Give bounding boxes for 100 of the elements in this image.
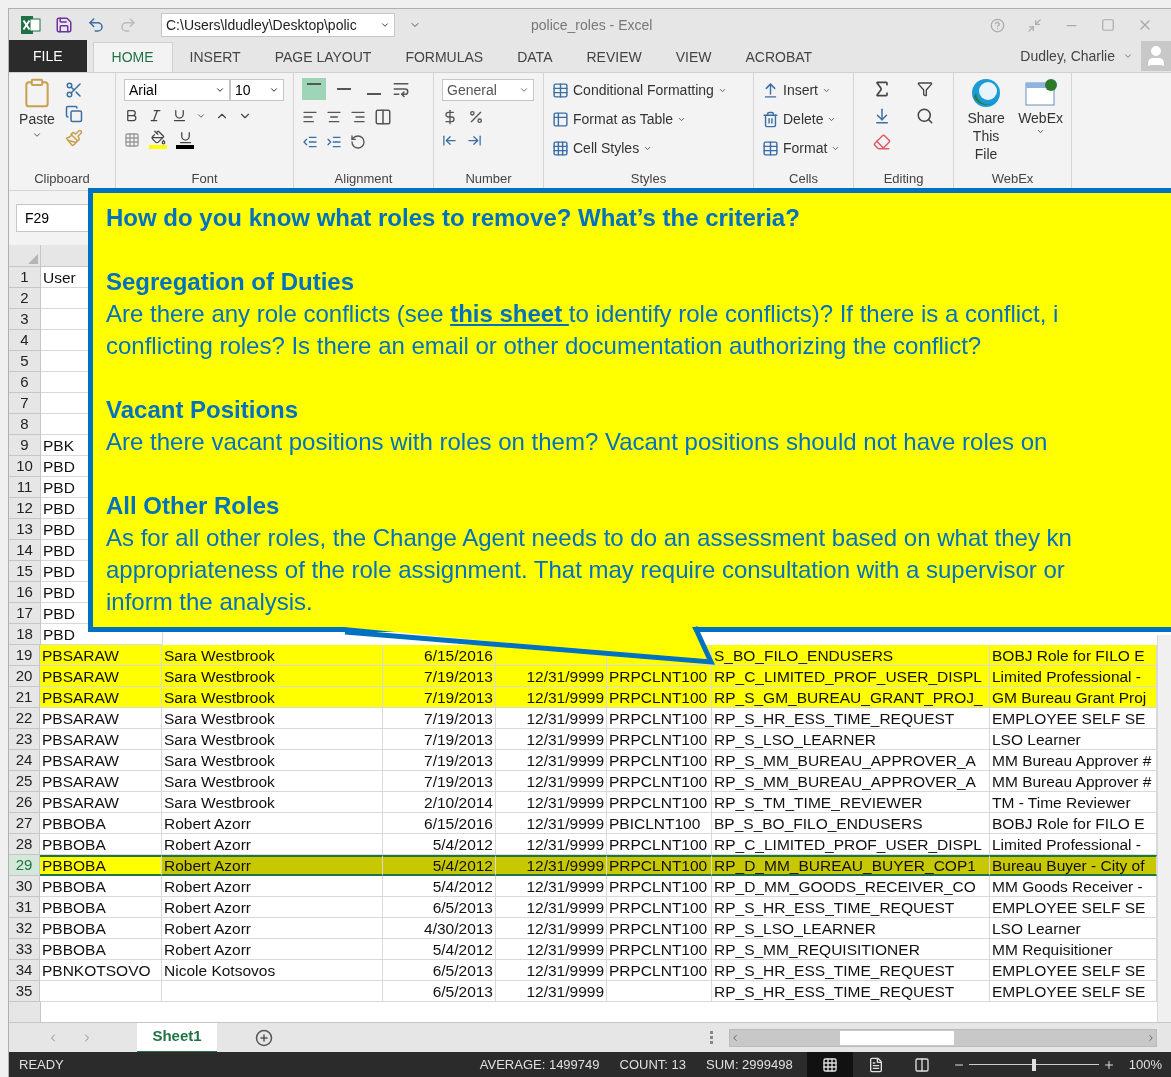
row-header[interactable]: 3 [9, 309, 41, 330]
vertical-scrollbar[interactable] [1157, 635, 1171, 1022]
fill-color-icon[interactable] [149, 130, 167, 149]
name-box[interactable]: F29 [16, 204, 90, 232]
vertical-align-button[interactable] [302, 78, 326, 100]
ribbon-tab[interactable]: ACROBAT [728, 42, 830, 72]
table-cell: PBSARAW [40, 708, 162, 729]
ribbon-tab[interactable]: INSERT [172, 42, 258, 72]
row-header[interactable]: 7 [9, 393, 41, 414]
row-header[interactable]: 33 [9, 939, 40, 960]
font-color-icon[interactable] [176, 130, 194, 149]
add-sheet-icon[interactable] [255, 1028, 273, 1047]
font-size-field[interactable]: 10 [230, 79, 284, 101]
row-header[interactable]: 34 [9, 960, 40, 981]
row-header[interactable]: 32 [9, 918, 40, 939]
row-header[interactable]: 17 [9, 603, 41, 624]
table-cell: TM - Time Reviewer [990, 792, 1157, 813]
ribbon-tab[interactable]: DATA [500, 42, 570, 72]
webex-button[interactable]: WebEx [1018, 77, 1063, 163]
row-header[interactable]: 5 [9, 351, 41, 372]
row-header[interactable]: 26 [9, 792, 40, 813]
row-header[interactable]: 22 [9, 708, 40, 729]
row-header[interactable]: 11 [9, 477, 41, 498]
align-right-icon[interactable] [350, 109, 366, 125]
merge-icon[interactable] [374, 108, 392, 126]
table-cell: PBBOBA [40, 834, 162, 855]
ribbon-tab[interactable]: VIEW [658, 42, 729, 72]
align-left-icon[interactable] [302, 109, 318, 125]
sheet-tab[interactable]: Sheet1 [137, 1022, 217, 1053]
row-header[interactable]: 2 [9, 288, 41, 309]
row-header[interactable]: 8 [9, 414, 41, 435]
cut-icon[interactable] [65, 81, 83, 99]
cells-button[interactable]: Format [762, 136, 845, 160]
excel-logo-icon[interactable] [21, 16, 41, 34]
row-header[interactable]: 16 [9, 582, 41, 603]
style-button[interactable]: Cell Styles [552, 136, 745, 160]
row-header[interactable]: 1 [9, 267, 41, 288]
zoom-thumb[interactable] [1031, 1058, 1036, 1071]
save-icon[interactable] [55, 16, 73, 34]
row-header[interactable]: 28 [9, 834, 40, 855]
row-header[interactable]: 9 [9, 435, 41, 456]
row-header[interactable]: 27 [9, 813, 40, 834]
user-name[interactable]: Dudley, Charlie [1020, 45, 1115, 67]
view-button[interactable] [806, 1052, 853, 1077]
decrease-decimal-icon[interactable] [467, 133, 482, 148]
row-header[interactable]: 23 [9, 729, 40, 750]
window-icon [1023, 77, 1058, 109]
row-header[interactable]: 21 [9, 687, 40, 708]
row-header[interactable]: 6 [9, 372, 41, 393]
row-header[interactable]: 4 [9, 330, 41, 351]
row-header[interactable]: 19 [9, 645, 40, 666]
increase-decimal-icon[interactable] [442, 133, 457, 148]
row-header[interactable]: 15 [9, 561, 41, 582]
underline-icon[interactable] [172, 108, 187, 123]
bold-icon[interactable] [124, 108, 139, 123]
table-cell: GM Bureau Grant Proj [990, 687, 1157, 708]
file-path-field[interactable]: C:\Users\ldudley\Desktop\polic [161, 13, 395, 37]
row-header[interactable]: 12 [9, 498, 41, 519]
row-header[interactable]: 29 [9, 855, 40, 876]
row-header[interactable]: 20 [9, 666, 40, 687]
number-format-field[interactable]: General [442, 79, 534, 101]
row-header[interactable]: 31 [9, 897, 40, 918]
indent-decrease-icon[interactable] [302, 134, 318, 150]
row-header[interactable]: 10 [9, 456, 41, 477]
ribbon-tab[interactable]: FORMULAS [388, 42, 501, 72]
splitter-handle[interactable] [710, 1031, 713, 1044]
percent-icon[interactable] [468, 109, 484, 125]
cells-button[interactable]: Insert [762, 78, 845, 102]
cells-button[interactable]: Delete [762, 107, 845, 131]
wrap-text-icon[interactable] [392, 80, 410, 98]
caret-icon [269, 85, 279, 95]
zoom-percent[interactable]: 100% [1128, 1054, 1162, 1075]
zoom-in-icon[interactable] [1102, 1058, 1115, 1071]
copy-icon[interactable] [65, 105, 83, 123]
zoom-slider[interactable] [968, 1058, 1099, 1071]
style-button[interactable]: Conditional Formatting [552, 78, 745, 102]
row-header[interactable]: 30 [9, 876, 40, 897]
row-header[interactable]: 13 [9, 519, 41, 540]
italic-icon[interactable] [148, 108, 163, 123]
indent-increase-icon[interactable] [326, 134, 342, 150]
paste-button[interactable]: Paste [17, 77, 57, 147]
dollar-icon[interactable] [442, 109, 458, 125]
row-header[interactable]: 18 [9, 624, 41, 645]
row-header[interactable]: 35 [9, 981, 40, 1002]
table-cell: 12/31/9999 [496, 960, 607, 981]
undo-icon[interactable] [87, 16, 105, 34]
ribbon-tab[interactable]: HOME [92, 42, 173, 72]
align-center-icon[interactable] [326, 109, 342, 125]
orientation-icon[interactable] [350, 134, 366, 150]
table-cell: RP_S_GM_BUREAU_GRANT_PROJ_ [712, 687, 990, 708]
ribbon-tab[interactable]: REVIEW [569, 42, 659, 72]
row-header[interactable]: 14 [9, 540, 41, 561]
share-file-button[interactable]: Share This File [962, 77, 1011, 163]
style-button[interactable]: Format as Table [552, 107, 745, 131]
sheet-link[interactable]: this sheet [450, 300, 569, 327]
font-name-field[interactable]: Arial [124, 79, 230, 101]
row-header[interactable]: 25 [9, 771, 40, 792]
ribbon-tab[interactable]: PAGE LAYOUT [257, 42, 389, 72]
ribbon-tab[interactable]: FILE [9, 40, 87, 72]
row-header[interactable]: 24 [9, 750, 40, 771]
